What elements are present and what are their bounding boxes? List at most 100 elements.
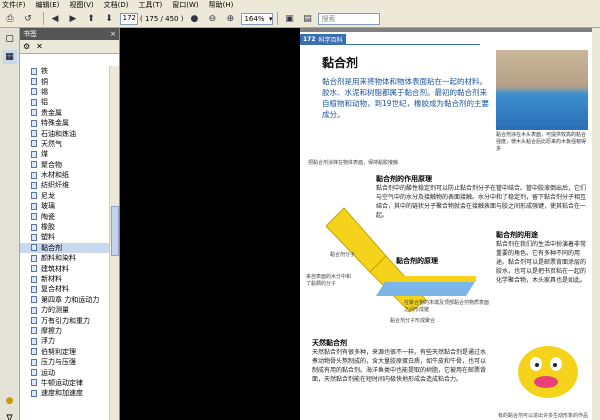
bookmark-label: 伯努利定理 (41, 347, 76, 356)
zoom-in-icon[interactable]: ⊕ (223, 12, 237, 26)
page-icon (31, 88, 37, 96)
bookmark-item[interactable]: 摩擦力 (20, 326, 110, 336)
bookmark-scrollbar[interactable] (109, 66, 119, 420)
header-rule (300, 44, 480, 45)
delete-bookmark-icon[interactable]: ✕ (36, 42, 43, 51)
close-icon[interactable]: × (110, 30, 116, 38)
bookmark-item[interactable]: 铜 (20, 76, 110, 86)
bookmark-item[interactable]: 复合材料 (20, 284, 110, 294)
bookmark-item[interactable]: 煤 (20, 149, 110, 159)
menu-file[interactable]: 文件(F) (2, 0, 26, 10)
bookmark-item[interactable]: 压力与压强 (20, 357, 110, 367)
bookmark-item[interactable]: 铁 (20, 66, 110, 76)
comment-icon[interactable]: ● (3, 394, 17, 408)
toolbar-divider (43, 12, 44, 25)
bookmark-label: 陶瓷 (41, 212, 55, 221)
forward-icon[interactable]: ▶ (66, 12, 80, 26)
bookmarks-title: 书签 (23, 30, 37, 38)
bookmark-item[interactable]: 陶瓷 (20, 211, 110, 221)
search-input[interactable]: 搜索 (318, 12, 381, 25)
section-title-principle: 黏合剂的作用原理 (376, 175, 432, 183)
menu-document[interactable]: 文档(D) (104, 0, 129, 10)
back-icon[interactable]: ◀ (48, 12, 62, 26)
next-page-icon[interactable]: ⬇ (102, 12, 116, 26)
bookmark-item[interactable]: 纺织纤维 (20, 180, 110, 190)
section-title-mechanism: 黏合剂的原理 (396, 257, 438, 265)
page-view-icon[interactable]: ▤ (300, 12, 314, 26)
chevron-down-icon: ▾ (268, 14, 273, 23)
bookmark-label: 摩擦力 (41, 326, 62, 335)
prev-page-icon[interactable]: ⬆ (84, 12, 98, 26)
document-scrollbar[interactable] (592, 28, 600, 420)
previous-page-edge (120, 28, 300, 420)
toolbar-divider (277, 12, 279, 25)
menu-window[interactable]: 窗口(W) (172, 0, 198, 10)
page-icon (31, 265, 37, 273)
page-icon (31, 296, 37, 304)
bookmark-item[interactable]: 力的测量 (20, 305, 110, 315)
menu-help[interactable]: 帮助(H) (209, 0, 234, 10)
page-icon (31, 369, 37, 377)
bookmark-item[interactable]: 石油和炼油 (20, 128, 110, 138)
bookmarks-icon[interactable]: ▦ (2, 50, 17, 64)
page-icon (31, 181, 37, 189)
page-icon (31, 337, 37, 345)
document-view[interactable]: 172 科学百科 黏合剂 黏合剂是用来将物体和物体表面粘在一起的材料。胶水、水泥和… (120, 28, 600, 420)
pdf-reader-window: 文件(F) 编辑(E) 视图(V) 文档(D) 工具(T) 窗口(W) 帮助(H… (0, 0, 600, 420)
bookmark-item[interactable]: 特殊金属 (20, 118, 110, 128)
page-icon (31, 379, 37, 387)
print-icon[interactable]: ⎙ (3, 12, 17, 26)
attachment-icon[interactable]: ∇ (3, 412, 17, 420)
bookmark-item[interactable]: 玻璃 (20, 201, 110, 211)
bookmark-label: 尼龙 (41, 191, 55, 200)
glue-stream-upper (326, 207, 387, 273)
bookmark-label: 聚合物 (41, 160, 62, 169)
bookmark-label: 牛顿运动定律 (41, 378, 83, 387)
menu-edit[interactable]: 编辑(E) (36, 0, 60, 10)
pages-icon[interactable]: ▢ (3, 32, 17, 46)
zoom-out-icon[interactable]: ⊖ (205, 12, 219, 26)
page-icon (31, 213, 37, 221)
bookmark-item[interactable]: 锡 (20, 87, 110, 97)
bookmark-item[interactable]: 运动 (20, 367, 110, 377)
bookmark-label: 黏合剂 (41, 243, 62, 252)
bookmark-item[interactable]: 木材和纸 (20, 170, 110, 180)
scrollbar-thumb[interactable] (111, 206, 119, 256)
bookmark-item[interactable]: 橡胶 (20, 222, 110, 232)
bookmark-item[interactable]: 建筑材料 (20, 263, 110, 273)
options-icon[interactable]: ⚙ (23, 42, 30, 51)
menu-tools[interactable]: 工具(T) (139, 0, 163, 10)
bookmark-item[interactable]: 第四章 力和运动力 (20, 295, 110, 305)
page-icon (31, 233, 37, 241)
bookmark-item[interactable]: 天然气 (20, 139, 110, 149)
bookmark-item[interactable]: 贵金属 (20, 108, 110, 118)
bookmark-item[interactable]: 牛顿运动定律 (20, 378, 110, 388)
bookmark-label: 石油和炼油 (41, 129, 76, 138)
export-icon[interactable]: ↺ (21, 12, 35, 26)
bookmark-item[interactable]: 浮力 (20, 336, 110, 346)
bookmark-label: 锡 (41, 87, 48, 96)
section-body-uses: 黏合剂在我们的生活中扮演着非常重要的角色。它有多种不同的用途。黏合剂可以是邮票背… (496, 241, 587, 284)
page-number-input[interactable]: 172 (120, 12, 138, 25)
bookmark-list: 铁铜锡铝贵金属 特殊金属 石油和炼油 天然气煤聚合物 木材和纸 纺织纤维 尼龙 玻璃 陶瓷 橡胶塑… (20, 66, 110, 420)
bookmark-item[interactable]: 铝 (20, 97, 110, 107)
bookmark-label: 特殊金属 (41, 119, 69, 128)
bookmark-item[interactable]: 速度和加速度 (20, 388, 110, 398)
zoom-select[interactable]: 164% ▾ (241, 12, 274, 25)
menu-view[interactable]: 视图(V) (69, 0, 93, 10)
bookmark-item[interactable]: 塑料 (20, 232, 110, 242)
label-bond: 黏合剂分子形成聚合 (390, 318, 436, 324)
save-icon[interactable]: ▣ (282, 12, 296, 26)
zoom-value: 164% (244, 14, 265, 23)
fit-width-icon[interactable]: ● (187, 12, 201, 26)
bookmark-item[interactable]: 伯努利定理 (20, 347, 110, 357)
page-icon (31, 244, 37, 252)
bookmark-item[interactable]: 颜料和染料 (20, 253, 110, 263)
bookmark-item[interactable]: 尼龙 (20, 191, 110, 201)
surface-plate (376, 280, 476, 296)
bookmark-item[interactable]: 万有引力和重力 (20, 315, 110, 325)
bookmark-item[interactable]: 新材料 (20, 274, 110, 284)
page-icon (31, 109, 37, 117)
bookmark-item[interactable]: 聚合物 (20, 160, 110, 170)
bookmark-item[interactable]: 黏合剂 (20, 242, 110, 254)
